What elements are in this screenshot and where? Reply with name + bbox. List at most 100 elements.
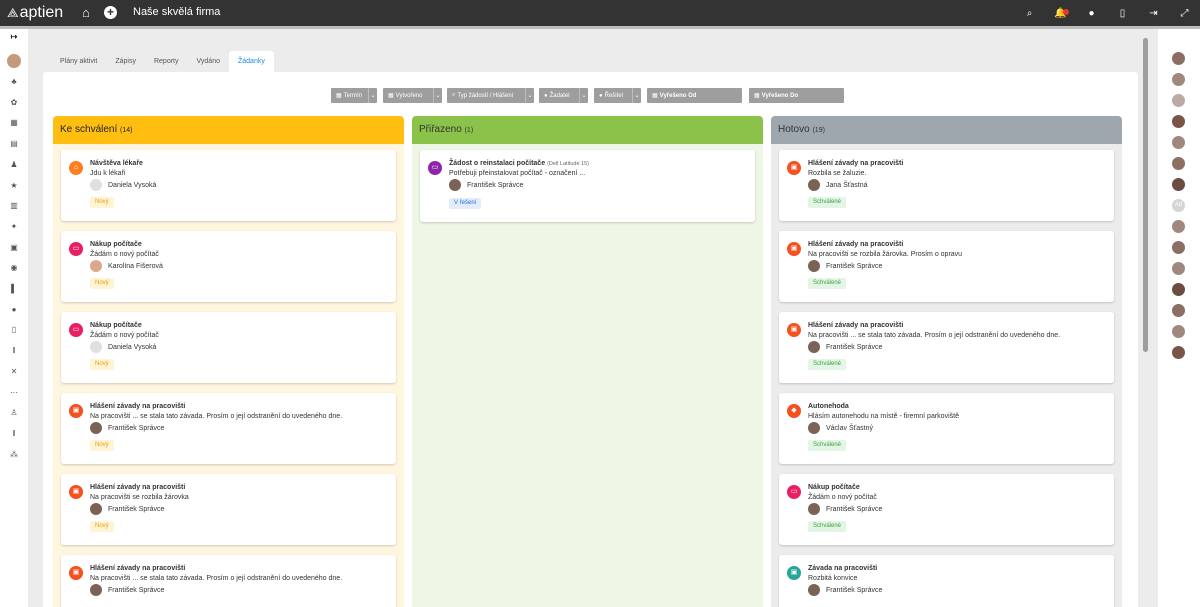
sprout-icon[interactable]: ✿ (0, 98, 28, 107)
mobile-icon[interactable]: ▯ (1107, 0, 1138, 26)
request-card[interactable]: ▣ Hlášení závady na pracovišti Na pracoviš… (61, 474, 396, 545)
card-title: Hlášení závady na pracovišti (808, 160, 903, 167)
user-avatar[interactable] (7, 54, 21, 68)
expand-icon[interactable]: ↦ (0, 32, 28, 41)
assignee-name: Karolína Fišerová (108, 262, 163, 270)
request-card[interactable]: ▣ Hlášení závady na pracovišti Na pracoviš… (779, 231, 1114, 302)
chevron-down-icon[interactable]: ⌄ (632, 88, 641, 103)
column-title: Hotovo (778, 124, 810, 135)
user-avatar[interactable] (1172, 52, 1185, 65)
user-avatar[interactable] (1172, 325, 1185, 338)
request-card[interactable]: ▣ Hlášení závady na pracovišti Na pracoviš… (61, 393, 396, 464)
request-card[interactable]: ▭ Nákup počítače Žádám o nový počítač Danie… (61, 312, 396, 383)
request-card[interactable]: ▣ Hlášení závady na pracovišti Rozbila se … (779, 150, 1114, 221)
tab-5[interactable]: Žádanky (228, 51, 274, 73)
avatar (90, 260, 102, 272)
dog-icon[interactable]: ✦ (0, 222, 28, 231)
request-card[interactable]: ▣ Závada na pracovišti Rozbitá konvice Fran… (779, 555, 1114, 607)
org-chart-icon[interactable]: ⁂ (0, 450, 28, 459)
card-title: Nákup počítače (808, 484, 860, 491)
app-logo[interactable]: ⟁ aptien (7, 4, 63, 22)
library-icon[interactable]: ‖ (0, 429, 28, 438)
fullscreen-icon[interactable]: ⤢ (1169, 0, 1200, 26)
user-avatar[interactable] (1172, 283, 1185, 296)
company-name[interactable]: Naše skvělá firma (133, 6, 220, 18)
filter-7[interactable]: ▦ Vyřešeno Do (749, 88, 844, 103)
star-icon[interactable]: ★ (0, 181, 28, 190)
chat-icon[interactable]: ● (1076, 0, 1107, 26)
calendar-icon: ▦ (652, 93, 658, 99)
person-icon[interactable]: ● (0, 305, 28, 314)
chevron-down-icon[interactable]: ⌄ (368, 88, 377, 103)
calendar-icon[interactable]: ▦ (0, 118, 28, 127)
request-card[interactable]: ▣ Hlášení závady na pracovišti Na pracoviš… (779, 312, 1114, 383)
home-icon[interactable]: ⌂ (82, 5, 90, 20)
filter-2[interactable]: ▦ Vytvořeno ⌄ (383, 88, 442, 103)
status-badge: Schválené (808, 278, 847, 289)
tab-1[interactable]: Plány aktivit (51, 51, 106, 73)
badge-icon[interactable]: ◉ (0, 263, 28, 272)
user-avatar[interactable] (1172, 262, 1185, 275)
tab-3[interactable]: Reporty (145, 51, 188, 73)
request-card[interactable]: ▣ Hlášení závady na pracovišti Na pracoviš… (61, 555, 396, 607)
request-card[interactable]: ▭ Nákup počítače Žádám o nový počítač Frant… (779, 474, 1114, 545)
chevron-down-icon[interactable]: ⌄ (525, 88, 534, 103)
user-avatar[interactable] (1172, 94, 1185, 107)
user-avatar[interactable] (1172, 346, 1185, 359)
filter-4[interactable]: ● Žadatel ⌄ (539, 88, 588, 103)
chevron-down-icon[interactable]: ⌄ (433, 88, 442, 103)
filter-5[interactable]: ● Řešitel ⌄ (594, 88, 641, 103)
filter-1[interactable]: ▦ Termín ⌄ (331, 88, 377, 103)
card-description: Na pracovišti ... se stala tato závada. … (90, 413, 343, 420)
request-card[interactable]: ▭ Nákup počítače Žádám o nový počítač Karol… (61, 231, 396, 302)
notifications-icon[interactable]: 🔔 (1045, 0, 1076, 26)
request-card[interactable]: ▭ Žádost o reinstalaci počítače (Dell Lati… (420, 150, 755, 222)
user-avatar[interactable] (1172, 136, 1185, 149)
status-badge: Schválené (808, 440, 847, 451)
assignee-name: František Správce (826, 262, 883, 270)
scrollbar[interactable] (1143, 38, 1148, 606)
card-description: Jdu k lékaři (90, 170, 126, 177)
tree-icon[interactable]: ♣ (0, 77, 28, 86)
user-avatar[interactable] (1172, 178, 1185, 191)
book-icon[interactable]: ▌ (0, 284, 28, 293)
filter-6[interactable]: ▦ Vyřešeno Od (647, 88, 742, 103)
document-icon[interactable]: ▥ (0, 201, 28, 210)
user-avatar[interactable] (1172, 304, 1185, 317)
scrollbar-thumb[interactable] (1143, 38, 1148, 352)
user-avatar[interactable] (1172, 115, 1185, 128)
filter-3[interactable]: ⌕ Typ žádostí / Hlášení ⌄ (447, 88, 534, 103)
group-icon[interactable]: ♙ (0, 408, 28, 417)
people-icon[interactable]: ♟ (0, 160, 28, 169)
chevron-down-icon[interactable]: ⌄ (579, 88, 588, 103)
column-count: (1) (464, 127, 474, 134)
assignee-name: František Správce (108, 424, 165, 432)
logout-icon[interactable]: ⇥ (1138, 0, 1169, 26)
building-icon[interactable]: ▤ (0, 139, 28, 148)
request-card[interactable]: ⌂ Návštěva lékaře Jdu k lékaři Daniela Vyso… (61, 150, 396, 221)
column-body: ▣ Hlášení závady na pracovišti Rozbila se … (771, 144, 1122, 607)
user-avatar[interactable] (1172, 220, 1185, 233)
tab-4[interactable]: Vydáno (188, 51, 229, 73)
truck-icon: ▣ (787, 566, 801, 580)
user-avatar[interactable]: Ad (1172, 199, 1185, 212)
search-icon[interactable]: ⌕ (1014, 0, 1045, 26)
user-avatar[interactable] (1172, 157, 1185, 170)
assignee-name: František Správce (467, 181, 524, 189)
logo-icon: ⟁ (7, 5, 19, 20)
trash-icon[interactable]: ▯ (0, 325, 28, 334)
request-card[interactable]: ◆ Autonehoda Hlásím autonehodu na místě - … (779, 393, 1114, 464)
clipboard-icon[interactable]: ▣ (0, 243, 28, 252)
books-icon[interactable]: ‖ (0, 346, 28, 355)
user-avatar[interactable] (1172, 241, 1185, 254)
tools-icon[interactable]: ✕ (0, 367, 28, 376)
card-description: Rozbila se žaluzie. (808, 170, 867, 177)
filter-label: Řešitel (604, 92, 623, 99)
card-assignee: František Správce (449, 179, 523, 191)
grid-icon[interactable]: ⋯ (0, 388, 28, 397)
tab-2[interactable]: Zápisy (106, 51, 145, 73)
user-avatar[interactable] (1172, 73, 1185, 86)
add-icon[interactable]: + (104, 6, 117, 19)
avatar (808, 422, 820, 434)
card-title-text: Hlášení závady na pracovišti (808, 322, 904, 329)
